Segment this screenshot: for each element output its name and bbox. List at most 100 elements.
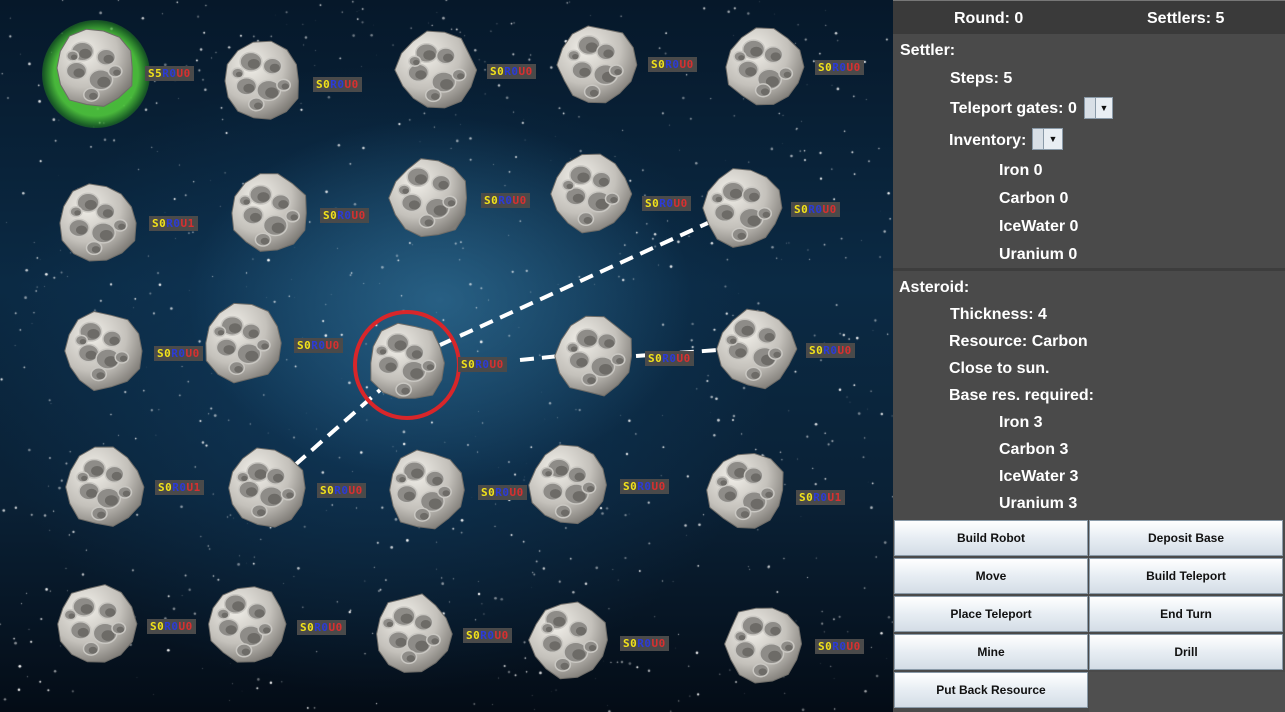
- settler-count: S0: [490, 65, 505, 78]
- asteroid-graphic: [716, 308, 798, 390]
- asteroid-occupancy-tag: S0R0U0: [487, 64, 536, 79]
- ufo-count: U0: [178, 620, 193, 633]
- asteroid-graphic: [394, 30, 478, 109]
- asteroid-graphic: [388, 158, 468, 238]
- teleport-gates-dropdown[interactable]: ▼: [1084, 97, 1113, 119]
- put-back-resource-button[interactable]: Put Back Resource: [894, 672, 1088, 708]
- settler-count: S0: [809, 344, 824, 357]
- asteroid[interactable]: [56, 181, 140, 265]
- asteroid[interactable]: [53, 26, 137, 110]
- robot-count: R0: [166, 217, 181, 230]
- asteroid-graphic: [724, 607, 803, 684]
- asteroid[interactable]: [527, 598, 611, 682]
- build-teleport-button[interactable]: Build Teleport: [1089, 558, 1283, 594]
- asteroid-graphic: [702, 168, 783, 248]
- ufo-count: U0: [328, 621, 343, 634]
- asteroid-sun-status: Close to sun.: [949, 360, 1050, 377]
- robot-count: R0: [162, 67, 177, 80]
- deposit-base-button[interactable]: Deposit Base: [1089, 520, 1283, 556]
- end-turn-button[interactable]: End Turn: [1089, 596, 1283, 632]
- asteroid-graphic: [57, 584, 138, 663]
- asteroid[interactable]: [555, 23, 639, 107]
- move-button[interactable]: Move: [894, 558, 1088, 594]
- settler-count: S0: [297, 339, 312, 352]
- robot-count: R0: [504, 65, 519, 78]
- ufo-count: U0: [489, 358, 504, 371]
- asteroid[interactable]: [394, 28, 478, 112]
- settler-count: S0: [623, 637, 638, 650]
- asteroid[interactable]: [365, 321, 449, 405]
- robot-count: R0: [498, 194, 513, 207]
- asteroid-graphic: [389, 449, 465, 530]
- asteroid[interactable]: [388, 156, 472, 240]
- asteroid-occupancy-tag: S0R0U1: [796, 490, 845, 505]
- settler-count: S0: [651, 58, 666, 71]
- status-bar: Round: 0 Settlers: 5: [893, 0, 1285, 34]
- ufo-count: U1: [186, 481, 201, 494]
- asteroid-occupancy-tag: S5R0U0: [145, 66, 194, 81]
- base-req-carbon: Carbon 3: [999, 441, 1069, 458]
- asteroid-resource: Resource: Carbon: [949, 333, 1088, 350]
- ufo-count: U0: [679, 58, 694, 71]
- asteroid[interactable]: [61, 309, 145, 393]
- settler-count: S0: [466, 629, 481, 642]
- asteroid[interactable]: [553, 314, 637, 398]
- place-teleport-button[interactable]: Place Teleport: [894, 596, 1088, 632]
- settler-count: S0: [150, 620, 165, 633]
- ufo-count: U0: [651, 480, 666, 493]
- inventory-carbon: Carbon 0: [999, 190, 1069, 207]
- asteroid-occupancy-tag: S0R0U0: [320, 208, 369, 223]
- asteroid-graphic: [528, 601, 608, 680]
- asteroid-occupancy-tag: S0R0U0: [313, 77, 362, 92]
- ufo-count: U0: [344, 78, 359, 91]
- asteroid-graphic: [376, 593, 453, 673]
- robot-count: R0: [659, 197, 674, 210]
- asteroid-occupancy-tag: S0R0U0: [620, 636, 669, 651]
- settler-count: S0: [818, 61, 833, 74]
- asteroid[interactable]: [224, 446, 308, 530]
- asteroid[interactable]: [527, 443, 611, 527]
- drill-button[interactable]: Drill: [1089, 634, 1283, 670]
- mine-button[interactable]: Mine: [894, 634, 1088, 670]
- asteroid-occupancy-tag: S0R0U0: [458, 357, 507, 372]
- settler-count: S0: [799, 491, 814, 504]
- robot-count: R0: [480, 629, 495, 642]
- robot-count: R0: [475, 358, 490, 371]
- asteroid[interactable]: [220, 39, 304, 123]
- inventory-dropdown[interactable]: ▼: [1032, 128, 1063, 150]
- base-required-label: Base res. required:: [949, 387, 1094, 404]
- settler-count: S0: [320, 484, 335, 497]
- robot-count: R0: [813, 491, 828, 504]
- build-robot-button[interactable]: Build Robot: [894, 520, 1088, 556]
- asteroid[interactable]: [384, 448, 468, 532]
- settler-count: S0: [818, 640, 833, 653]
- asteroid[interactable]: [201, 301, 285, 385]
- game-board: S5R0U0 S0R0U0 S0R0U0 S0R0U0 S0R0U0 S0R0U…: [0, 0, 893, 712]
- asteroid-occupancy-tag: S0R0U0: [154, 346, 203, 361]
- asteroid[interactable]: [704, 448, 788, 532]
- settler-heading: Settler:: [900, 42, 956, 59]
- ufo-count: U0: [651, 637, 666, 650]
- asteroid[interactable]: [54, 582, 138, 666]
- asteroid[interactable]: [371, 592, 455, 676]
- robot-count: R0: [311, 339, 326, 352]
- robot-count: R0: [662, 352, 677, 365]
- inventory-uranium: Uranium 0: [999, 246, 1078, 263]
- asteroid[interactable]: [700, 166, 784, 250]
- asteroid[interactable]: [723, 25, 807, 109]
- ufo-count: U0: [512, 194, 527, 207]
- asteroid[interactable]: [227, 171, 311, 255]
- settler-steps: Steps: 5: [950, 70, 1013, 87]
- settler-inventory: Inventory:: [949, 132, 1027, 149]
- asteroid[interactable]: [204, 582, 288, 666]
- asteroid-occupancy-tag: S0R0U0: [297, 620, 346, 635]
- asteroid[interactable]: [714, 307, 798, 391]
- asteroid-occupancy-tag: S0R0U0: [147, 619, 196, 634]
- settler-count: S0: [323, 209, 338, 222]
- asteroid[interactable]: [62, 445, 146, 529]
- robot-count: R0: [334, 484, 349, 497]
- asteroid[interactable]: [549, 152, 633, 236]
- asteroid[interactable]: [722, 602, 806, 686]
- asteroid-occupancy-tag: S0R0U0: [815, 639, 864, 654]
- settler-count: S0: [645, 197, 660, 210]
